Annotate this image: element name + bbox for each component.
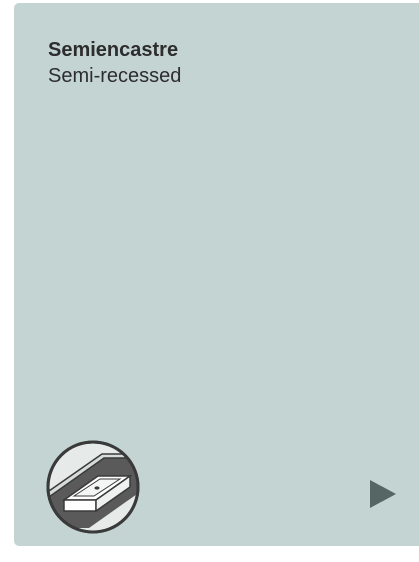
play-arrow-icon[interactable]: [368, 478, 398, 510]
card-title: Semiencastre: [48, 39, 179, 61]
semi-recessed-basin-icon: [46, 440, 140, 534]
card-subtitle: Semi-recessed: [48, 65, 182, 87]
semi-recessed-card[interactable]: Semiencastre Semi-recessed: [14, 3, 419, 546]
